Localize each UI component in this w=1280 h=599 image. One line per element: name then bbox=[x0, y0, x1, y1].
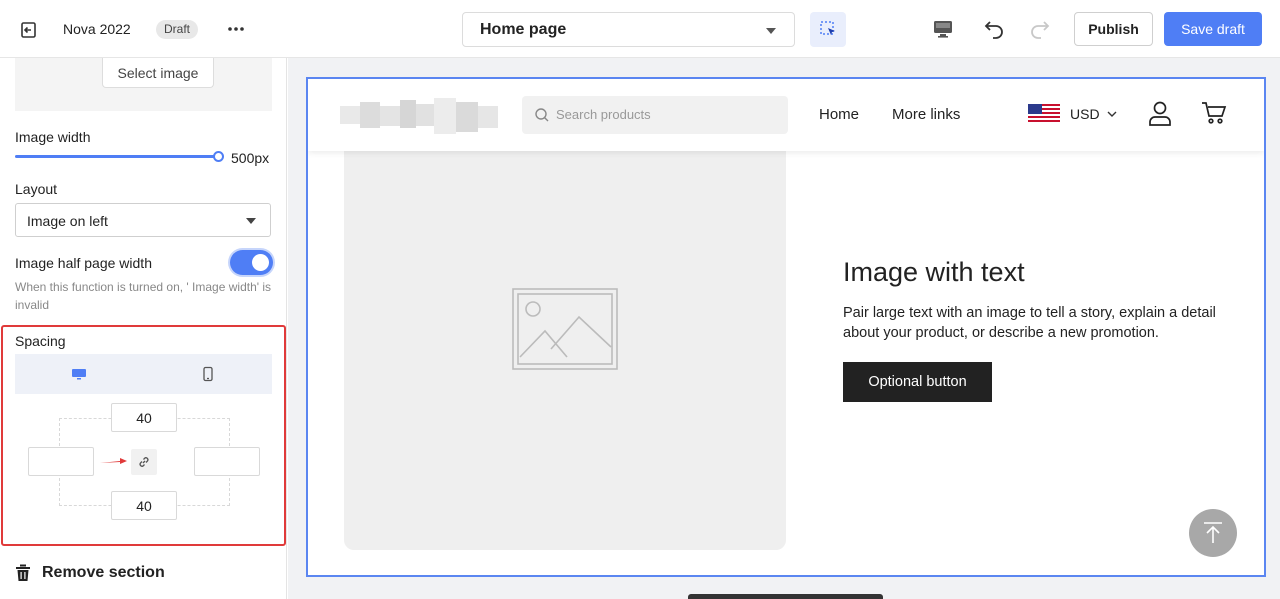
cart-icon[interactable] bbox=[1201, 101, 1227, 125]
half-width-label: Image half page width bbox=[15, 255, 152, 271]
spacing-top-input[interactable] bbox=[111, 403, 177, 432]
image-width-label: Image width bbox=[15, 129, 91, 145]
site-header: Search products Home More links USD bbox=[308, 79, 1264, 151]
status-badge: Draft bbox=[156, 20, 199, 39]
image-picker: Select image bbox=[15, 58, 272, 111]
spacing-panel: Spacing bbox=[1, 325, 286, 546]
image-placeholder[interactable] bbox=[344, 137, 786, 550]
spacing-device-tabs bbox=[15, 354, 272, 394]
settings-sidebar: Select image Image width 500px Layout Im… bbox=[0, 58, 287, 599]
half-width-toggle[interactable] bbox=[230, 250, 273, 275]
publish-button[interactable]: Publish bbox=[1074, 12, 1153, 46]
exit-icon[interactable] bbox=[19, 20, 39, 40]
page-select[interactable]: Home page bbox=[462, 12, 795, 47]
section-body-text: Pair large text with an image to tell a … bbox=[843, 305, 1216, 341]
page-select-value: Home page bbox=[480, 21, 567, 38]
spacing-left-input[interactable] bbox=[28, 447, 94, 476]
image-placeholder-icon bbox=[512, 288, 618, 370]
link-icon bbox=[139, 457, 149, 467]
spacing-label: Spacing bbox=[15, 333, 66, 349]
search-bar[interactable]: Search products bbox=[522, 96, 788, 134]
cursor-select-icon bbox=[820, 21, 835, 35]
inspect-select-button[interactable] bbox=[810, 12, 846, 47]
scroll-to-top-button[interactable] bbox=[1189, 509, 1237, 557]
bottom-scroll-handle[interactable] bbox=[688, 594, 883, 599]
half-width-hint: When this function is turned on, ' Image… bbox=[15, 280, 272, 312]
desktop-view-icon[interactable] bbox=[932, 18, 954, 40]
toggle-knob bbox=[252, 254, 269, 271]
page-preview: Search products Home More links USD Imag… bbox=[306, 77, 1266, 577]
preview-canvas: Search products Home More links USD Imag… bbox=[288, 58, 1280, 599]
arrow-up-icon bbox=[1204, 522, 1222, 543]
more-options-icon[interactable] bbox=[226, 19, 246, 39]
search-icon bbox=[535, 108, 549, 122]
us-flag-icon bbox=[1028, 104, 1060, 124]
image-width-value: 500px bbox=[231, 150, 270, 166]
nav-home-link[interactable]: Home bbox=[819, 106, 859, 123]
image-width-slider-handle[interactable] bbox=[213, 151, 224, 162]
remove-section-label: Remove section bbox=[42, 564, 165, 581]
image-width-slider-track[interactable] bbox=[15, 155, 219, 158]
caret-down-icon bbox=[246, 218, 256, 224]
undo-icon[interactable] bbox=[982, 17, 1006, 41]
optional-button[interactable]: Optional button bbox=[843, 362, 992, 402]
layout-select-value: Image on left bbox=[27, 213, 108, 229]
layout-label: Layout bbox=[15, 181, 58, 197]
account-icon[interactable] bbox=[1148, 100, 1172, 126]
spacing-bottom-input[interactable] bbox=[111, 491, 177, 520]
trash-icon bbox=[16, 564, 30, 581]
spacing-right-input[interactable] bbox=[194, 447, 260, 476]
store-logo[interactable] bbox=[340, 96, 500, 136]
select-image-button[interactable]: Select image bbox=[102, 58, 214, 88]
redo-icon[interactable] bbox=[1028, 17, 1052, 41]
chevron-down-icon bbox=[766, 28, 776, 34]
tab-mobile[interactable] bbox=[144, 354, 272, 394]
red-arrow-annotation bbox=[100, 458, 127, 464]
desktop-icon bbox=[72, 369, 86, 380]
save-draft-button[interactable]: Save draft bbox=[1164, 12, 1262, 46]
mobile-icon bbox=[203, 366, 213, 382]
chevron-down-icon[interactable] bbox=[1107, 110, 1117, 118]
top-bar: Nova 2022 Draft Home page Publish Save d… bbox=[0, 0, 1280, 58]
tab-desktop[interactable] bbox=[15, 354, 143, 394]
link-spacing-button[interactable] bbox=[131, 449, 157, 475]
section-heading: Image with text bbox=[843, 257, 1025, 287]
currency-selector[interactable]: USD bbox=[1070, 106, 1100, 122]
layout-select[interactable]: Image on left bbox=[15, 203, 271, 237]
search-placeholder: Search products bbox=[556, 107, 651, 122]
nav-more-links[interactable]: More links bbox=[892, 106, 960, 123]
store-title: Nova 2022 bbox=[63, 21, 131, 37]
